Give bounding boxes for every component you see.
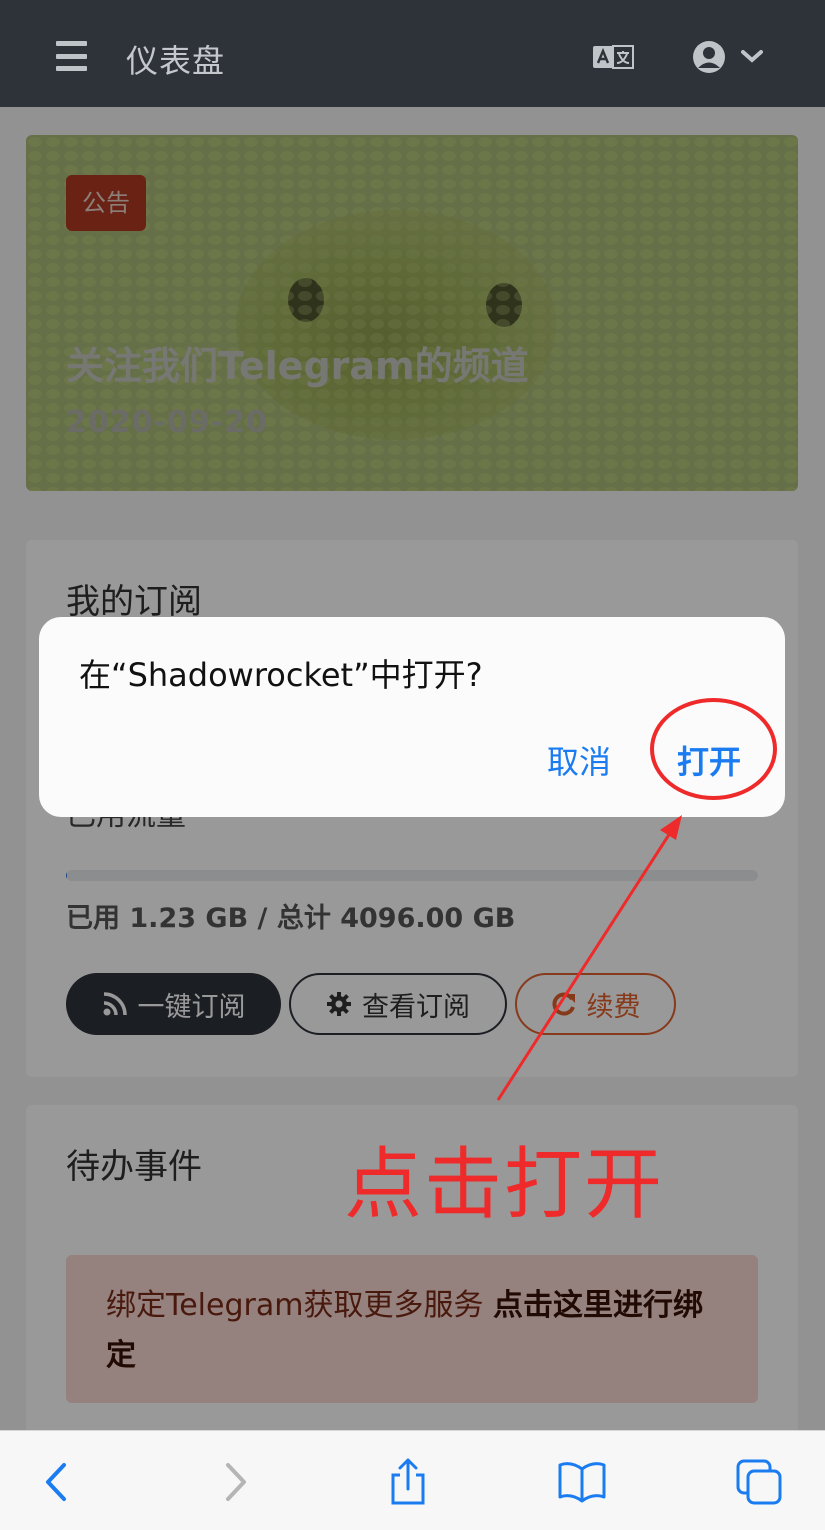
annotation-circle — [650, 698, 777, 800]
share-icon[interactable] — [383, 1457, 433, 1507]
bookmarks-icon[interactable] — [557, 1457, 607, 1507]
user-circle-icon[interactable] — [692, 40, 726, 74]
menu-icon[interactable] — [56, 41, 87, 71]
translate-icon[interactable] — [592, 45, 634, 69]
page-title: 仪表盘 — [126, 42, 226, 80]
browser-toolbar — [0, 1430, 825, 1530]
chevron-down-icon[interactable] — [740, 48, 764, 64]
top-navbar: 仪表盘 — [0, 0, 825, 107]
tabs-icon[interactable] — [734, 1457, 784, 1507]
back-icon[interactable] — [32, 1457, 82, 1507]
forward-icon[interactable] — [210, 1457, 260, 1507]
dialog-cancel-button[interactable]: 取消 — [547, 737, 611, 783]
annotation-label: 点击打开 — [344, 1140, 665, 1230]
dialog-message: 在“Shadowrocket”中打开? — [79, 656, 483, 694]
